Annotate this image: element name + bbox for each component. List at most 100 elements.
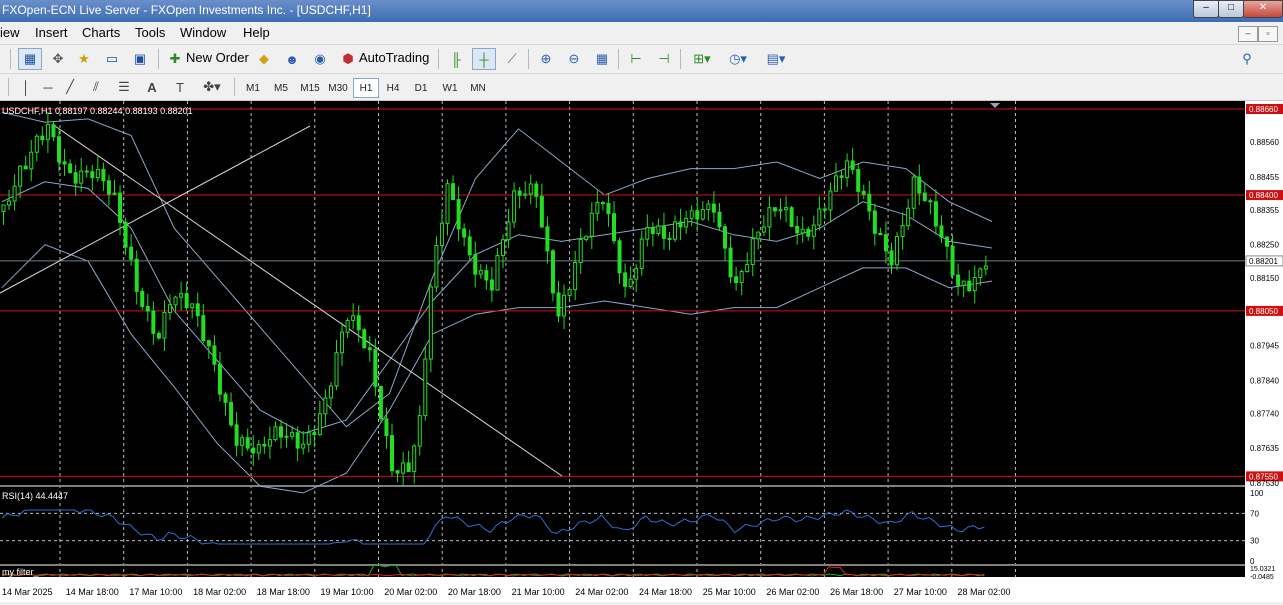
- time-tick-label: 24 Mar 02:00: [575, 587, 628, 597]
- timeframe-m30[interactable]: M30: [324, 78, 352, 98]
- candle-body: [223, 393, 228, 403]
- candle-body: [423, 358, 428, 417]
- line-chart-icon[interactable]: ⟋: [500, 48, 524, 70]
- candle-body: [406, 462, 411, 472]
- menu-insert[interactable]: Insert: [35, 25, 68, 40]
- chart-canvas[interactable]: 0.886600.884000.880500.875500.88201 0.88…: [0, 101, 1283, 602]
- minimize-button[interactable]: –: [1193, 0, 1219, 18]
- candle-body: [811, 224, 816, 237]
- price-level-label: 0.88050: [1249, 307, 1278, 316]
- chart-window[interactable]: 0.88660 0.88400 0.88050 0.87550 0.88201 0.88…: [0, 101, 1283, 602]
- terminal-icon[interactable]: ▭: [100, 48, 124, 70]
- timeframe-m5[interactable]: M5: [268, 78, 294, 98]
- candle-body: [445, 183, 450, 224]
- candle-body: [850, 160, 855, 170]
- candle-body: [506, 221, 511, 241]
- candle-body: [639, 238, 644, 269]
- new-order-icon[interactable]: ✚: [163, 48, 187, 70]
- market-watch-icon[interactable]: ▦: [18, 48, 42, 70]
- timeframe-w1[interactable]: W1: [436, 78, 464, 98]
- bar-chart-icon[interactable]: ╟: [444, 48, 468, 70]
- candle-body: [256, 443, 261, 454]
- search-icon[interactable]: ⚲: [1236, 48, 1258, 70]
- candle-body: [57, 136, 61, 163]
- candle-body: [806, 228, 811, 237]
- time-tick-label: 24 Mar 18:00: [639, 587, 692, 597]
- templates-menu-icon[interactable]: ▤▾: [760, 48, 792, 70]
- expert-advisors-icon[interactable]: ◆: [252, 48, 276, 70]
- candle-body: [412, 445, 417, 472]
- menu-charts[interactable]: Charts: [82, 25, 120, 40]
- candle-body: [40, 135, 45, 141]
- zoom-in-icon[interactable]: ⊕: [534, 48, 558, 70]
- autotrading-icon[interactable]: ⬢: [336, 48, 360, 70]
- tester-icon[interactable]: ▣: [128, 48, 152, 70]
- candle-body: [217, 363, 222, 395]
- candle-body: [290, 432, 295, 437]
- timeframe-h1[interactable]: H1: [353, 78, 379, 98]
- candle-body: [745, 264, 750, 272]
- trendline-icon[interactable]: ╱: [58, 76, 82, 98]
- menu-tools[interactable]: Tools: [135, 25, 165, 40]
- candle-body: [617, 240, 622, 274]
- rsi-label: RSI(14) 44.4447: [2, 491, 68, 501]
- candle-body: [323, 397, 328, 415]
- time-tick-label: 19 Mar 10:00: [321, 587, 374, 597]
- text-icon[interactable]: A: [140, 76, 164, 98]
- candle-body: [834, 175, 838, 192]
- auto-scroll-icon[interactable]: ⊢: [624, 48, 648, 70]
- candle-body: [789, 207, 794, 227]
- candle-body: [978, 268, 983, 278]
- price-tick-label: 0.88355: [1250, 206, 1279, 215]
- candle-body: [678, 221, 683, 228]
- arrows-menu-icon[interactable]: ✤▾: [196, 76, 228, 98]
- candle-body: [312, 432, 317, 436]
- timeframe-mn[interactable]: MN: [464, 78, 492, 98]
- timeframe-m1[interactable]: M1: [240, 78, 266, 98]
- candle-body: [961, 280, 966, 286]
- mdi-restore-button[interactable]: ▫: [1258, 26, 1278, 42]
- candle-body: [872, 210, 877, 234]
- time-tick-label: 26 Mar 02:00: [766, 587, 819, 597]
- maximize-button[interactable]: □: [1218, 0, 1244, 18]
- candle-body: [828, 190, 833, 211]
- candle-body: [917, 176, 922, 194]
- candle-body: [784, 207, 789, 211]
- horizontal-line-icon[interactable]: ─: [36, 76, 60, 98]
- close-button[interactable]: ✕: [1243, 0, 1283, 18]
- chat-icon[interactable]: ◉: [308, 48, 332, 70]
- candle-body: [667, 237, 672, 240]
- new-order-button[interactable]: New Order: [186, 50, 249, 65]
- menu-window[interactable]: Window: [180, 25, 226, 40]
- candlestick-chart-icon[interactable]: ┼: [472, 48, 496, 70]
- candle-body: [90, 171, 95, 179]
- menu-help[interactable]: Help: [243, 25, 270, 40]
- signals-icon[interactable]: ☻: [280, 48, 304, 70]
- candle-body: [417, 415, 422, 447]
- text-label-icon[interactable]: T: [168, 76, 192, 98]
- timeframe-d1[interactable]: D1: [408, 78, 434, 98]
- indicators-menu-icon[interactable]: ⊞▾: [686, 48, 718, 70]
- menu-view[interactable]: iew: [0, 25, 20, 40]
- equidistant-channel-icon[interactable]: ⫽: [84, 76, 108, 98]
- crosshair-icon[interactable]: ✥: [46, 48, 70, 70]
- periods-menu-icon[interactable]: ◷▾: [722, 48, 754, 70]
- navigator-icon[interactable]: ★: [72, 48, 96, 70]
- zoom-out-icon[interactable]: ⊖: [562, 48, 586, 70]
- tile-windows-icon[interactable]: ▦: [590, 48, 614, 70]
- time-tick-label: 26 Mar 18:00: [830, 587, 883, 597]
- candle-body: [279, 426, 283, 438]
- fibonacci-icon[interactable]: ☰: [112, 76, 136, 98]
- autotrading-button[interactable]: AutoTrading: [359, 50, 429, 65]
- candle-body: [867, 193, 872, 212]
- candle-body: [229, 401, 234, 426]
- candle-body: [717, 211, 722, 228]
- chart-shift-icon[interactable]: ⊣: [652, 48, 676, 70]
- candle-body: [972, 276, 977, 292]
- vertical-line-icon[interactable]: │: [14, 76, 38, 98]
- mdi-minimize-button[interactable]: –: [1238, 26, 1258, 42]
- timeframe-m15[interactable]: M15: [296, 78, 324, 98]
- timeframe-h4[interactable]: H4: [380, 78, 406, 98]
- candle-body: [7, 200, 12, 206]
- candle-body: [301, 443, 306, 449]
